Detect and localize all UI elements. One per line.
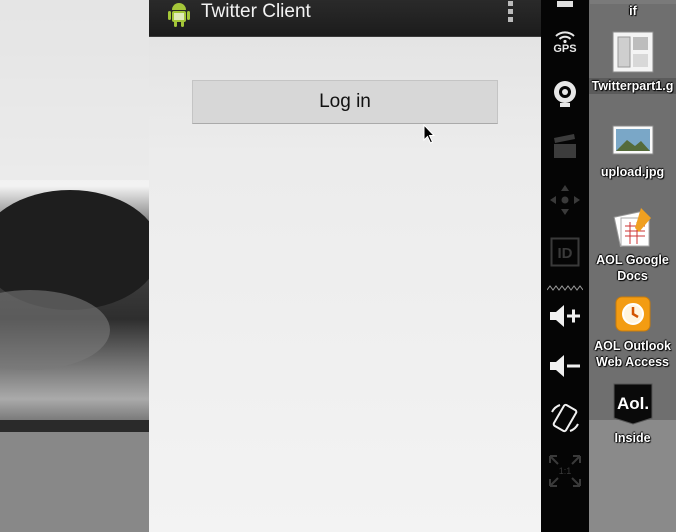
gps-icon[interactable]: GPS [541, 26, 589, 58]
svg-text:ID: ID [558, 245, 573, 262]
image-file-icon [612, 31, 653, 73]
app-title: Twitter Client [201, 1, 311, 22]
desktop-icon-label: upload.jpg [600, 165, 665, 179]
desktop-icon-twitterpart1-gif[interactable]: Twitterpart1.g [589, 30, 676, 94]
app-content: Log in [149, 37, 541, 532]
webcam-icon[interactable] [541, 78, 589, 110]
rotate-icon[interactable] [541, 400, 589, 436]
android-app-icon [168, 3, 190, 27]
desktop-icon-aol-outlook-web-access[interactable]: AOL Outlook Web Access [589, 296, 676, 370]
android-emulator-window: Twitter Client Log in [149, 0, 541, 532]
power-icon[interactable] [541, 0, 589, 10]
wifi-icon [555, 31, 575, 43]
desktop-icon-label: AOL Outlook [594, 339, 671, 353]
desktop-icon-twitterpart2-gif[interactable]: if [590, 0, 676, 19]
desktop-icon-label: Docs [617, 269, 648, 283]
separator [541, 284, 589, 292]
emulator-control-strip: GPS ID 1:1 [541, 0, 589, 532]
id-icon[interactable]: ID [541, 236, 589, 268]
aol-logo-icon: Aol. [613, 383, 652, 425]
image-file-icon [612, 125, 653, 155]
overflow-menu-icon[interactable] [507, 0, 515, 24]
desktop-icon-aol-google-docs[interactable]: AOL Google Docs [589, 204, 676, 284]
volume-down-icon[interactable] [541, 350, 589, 382]
desktop-icon-label: AOL Google [596, 253, 669, 267]
svg-text:Aol.: Aol. [616, 394, 648, 413]
desktop-icon-label: Twitterpart1.g [589, 78, 676, 94]
docs-icon [613, 208, 651, 248]
gps-label: GPS [553, 43, 577, 55]
desktop-icon-label: Inside [614, 431, 651, 445]
scale-icon[interactable]: 1:1 [541, 452, 589, 490]
desktop-icon-label: Web Access [596, 355, 669, 369]
outlook-icon [615, 296, 650, 332]
login-button[interactable]: Log in [192, 80, 498, 124]
desktop-icon-upload-jpg[interactable]: upload.jpg [589, 124, 676, 180]
volume-up-icon[interactable] [541, 300, 589, 332]
action-bar: Twitter Client [149, 0, 541, 37]
svg-text:1:1: 1:1 [559, 466, 572, 476]
desktop-icon-aol-inside[interactable]: Aol. Inside [589, 380, 676, 446]
dpad-icon[interactable] [541, 182, 589, 218]
desktop-icon-label: if [629, 4, 637, 18]
clapper-icon[interactable] [541, 132, 589, 162]
